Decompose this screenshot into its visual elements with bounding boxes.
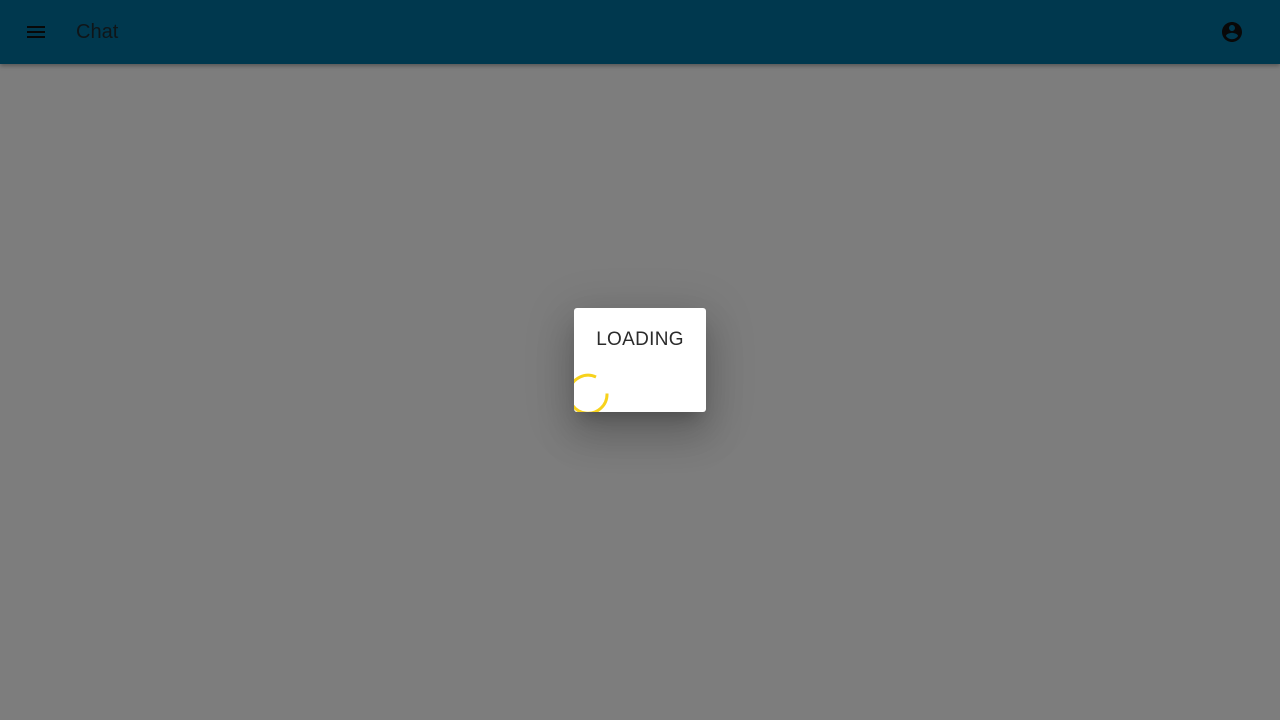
loading-dialog: LOADING bbox=[574, 308, 706, 412]
app-root: Chat LOADING bbox=[0, 0, 1280, 720]
dialog-title: LOADING bbox=[596, 329, 684, 350]
progress-spinner-icon bbox=[574, 373, 609, 412]
